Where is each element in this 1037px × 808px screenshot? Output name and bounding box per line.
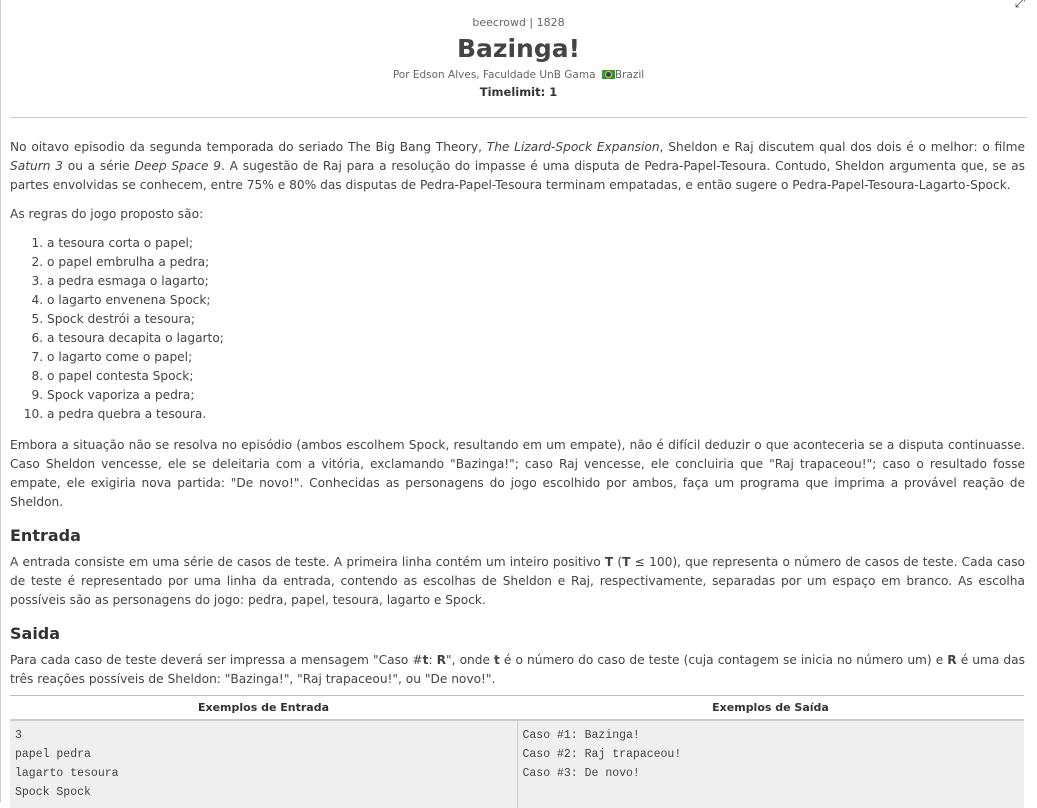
sample-output-line: Caso #3: De novo!	[522, 767, 640, 780]
text: (	[613, 555, 623, 569]
text: , Sheldon e Raj discutem qual dos dois é…	[659, 140, 1025, 154]
episode-title: The Lizard-Spock Expansion	[486, 140, 660, 154]
author-country: Brazil	[614, 69, 645, 81]
sample-input-line: Spock Spock	[15, 786, 91, 799]
problem-origin: beecrowd | 1828	[472, 16, 565, 29]
rules-list: a tesoura corta o papel; o papel embrulh…	[10, 234, 1025, 424]
text: :	[428, 653, 437, 667]
description-paragraph: No oitavo episodio da segunda temporada …	[10, 138, 1025, 195]
var-r: R	[436, 653, 447, 667]
rule-item: o papel contesta Spock;	[47, 367, 1025, 386]
sample-output-line: Caso #1: Bazinga!	[522, 729, 640, 742]
series-title: Deep Space 9	[134, 159, 221, 173]
input-heading: Entrada	[10, 526, 81, 545]
film-title: Saturn 3	[10, 159, 63, 173]
author-name: Por Edson Alves, Faculdade UnB Gama	[392, 69, 596, 81]
var-r: R	[947, 653, 957, 667]
text: Para cada caso de teste deverá ser impre…	[10, 653, 423, 667]
brazil-flag-icon	[601, 70, 615, 79]
left-border	[0, 0, 1, 802]
input-description: A entrada consiste em uma série de casos…	[10, 553, 1025, 610]
rule-item: a pedra quebra a tesoura.	[47, 405, 1025, 424]
rule-item: a tesoura corta o papel;	[47, 234, 1025, 253]
sample-input-line: papel pedra	[15, 748, 91, 761]
text: ", onde	[446, 653, 495, 667]
sample-input-line: 3	[15, 729, 22, 742]
sample-output[interactable]: Caso #1: Bazinga! Caso #2: Raj trapaceou…	[516, 720, 1024, 808]
divider	[10, 117, 1027, 118]
var-t: T	[604, 555, 614, 569]
problem-author: Por Edson Alves, Faculdade UnB Gama Braz…	[0, 68, 1037, 82]
output-description: Para cada caso de teste deverá ser impre…	[10, 651, 1025, 689]
rule-item: a tesoura decapita o lagarto;	[47, 329, 1025, 348]
sample-input-header: Exemplos de Entrada	[10, 695, 517, 721]
problem-header: beecrowd | 1828 Bazinga! Por Edson Alves…	[0, 0, 1037, 100]
sample-input-line: lagarto tesoura	[15, 767, 119, 780]
rule-item: a pedra esmaga o lagarto;	[47, 272, 1025, 291]
rule-item: o lagarto come o papel;	[47, 348, 1025, 367]
sample-output-header: Exemplos de Saída	[517, 695, 1024, 721]
sample-output-line: Caso #2: Raj trapaceou!	[522, 748, 682, 761]
rule-item: o lagarto envenena Spock;	[47, 291, 1025, 310]
page-title: Bazinga!	[456, 34, 580, 63]
text: A entrada consiste em uma série de casos…	[10, 555, 605, 569]
text: No oitavo episodio da segunda temporada …	[10, 140, 487, 154]
problem-description: No oitavo episodio da segunda temporada …	[0, 138, 1037, 689]
samples-table: Exemplos de Entrada Exemplos de Saída 3 …	[10, 695, 1024, 808]
expand-icon[interactable]: ⤢	[1015, 0, 1025, 11]
text: é o número do caso de teste (cuja contag…	[499, 653, 948, 667]
rule-item: Spock destrói a tesoura;	[47, 310, 1025, 329]
timelimit: Timelimit: 1	[479, 85, 558, 99]
output-heading: Saida	[10, 624, 61, 643]
var-t: T	[622, 555, 631, 569]
rules-intro: As regras do jogo proposto são:	[10, 207, 204, 221]
text: ou a série	[62, 159, 135, 173]
description-paragraph: Embora a situação não se resolva no epis…	[10, 438, 1025, 509]
rule-item: o papel embrulha a pedra;	[47, 253, 1025, 272]
sample-input[interactable]: 3 papel pedra lagarto tesoura Spock Spoc…	[10, 720, 517, 808]
rule-item: Spock vaporiza a pedra;	[47, 386, 1025, 405]
